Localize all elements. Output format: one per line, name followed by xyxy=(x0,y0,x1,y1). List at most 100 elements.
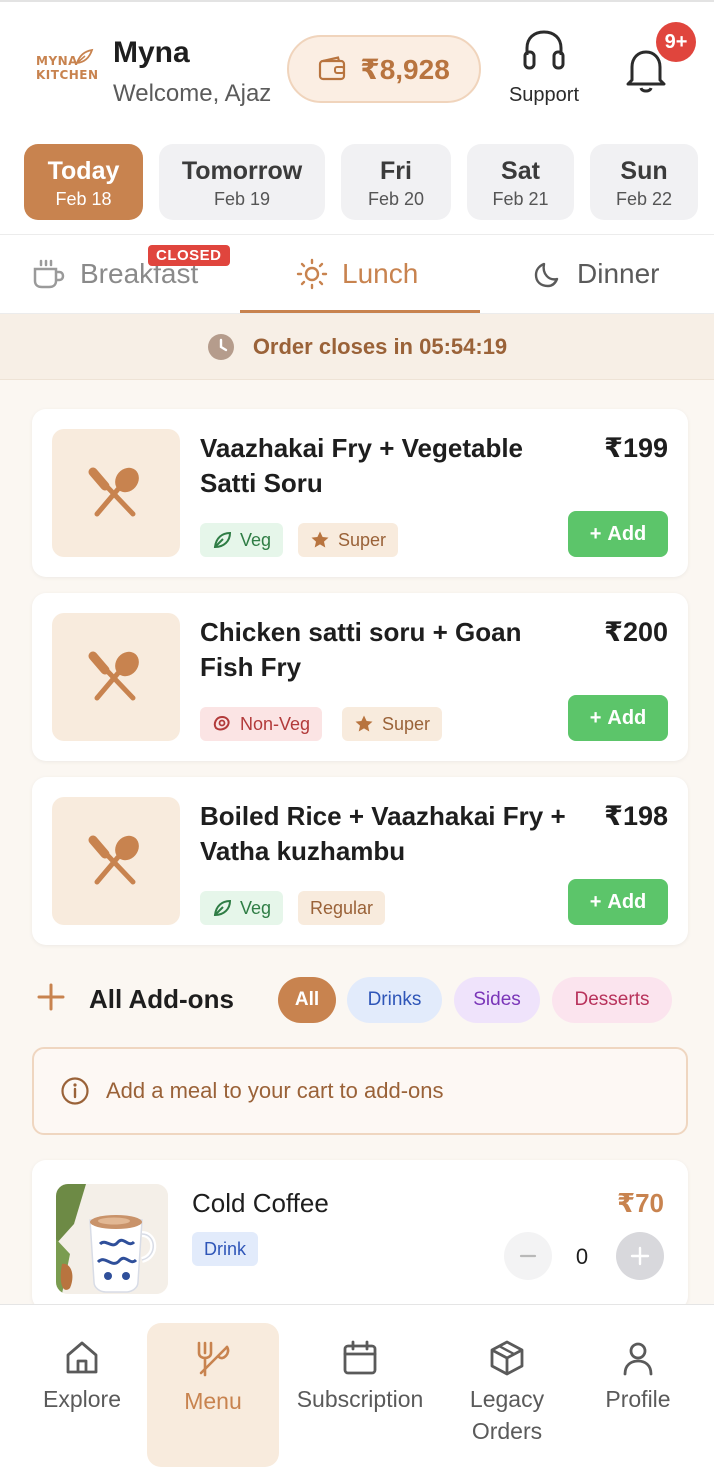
addon-item-price: ₹70 xyxy=(616,1188,664,1218)
star-icon xyxy=(311,531,329,548)
add-to-cart-button[interactable]: + Add xyxy=(568,511,668,557)
grade-tag: Regular xyxy=(298,891,386,925)
date-tab-today[interactable]: Today Feb 18 xyxy=(24,144,143,220)
menu-item-title: Chicken satti soru + Goan Fish Fry xyxy=(200,617,522,682)
date-tab-day: Today xyxy=(47,157,120,185)
menu-item-image-placeholder xyxy=(52,429,180,557)
support-button[interactable]: Support xyxy=(498,26,590,110)
nav-profile-label: Profile xyxy=(605,1386,671,1412)
veg-tag: Veg xyxy=(200,523,284,557)
nav-legacy-orders[interactable]: Legacy Orders xyxy=(446,1305,568,1474)
date-tab-sun[interactable]: Sun Feb 22 xyxy=(590,144,698,220)
filter-chip-desserts[interactable]: Desserts xyxy=(552,977,672,1023)
home-icon xyxy=(66,1341,98,1374)
date-tab-date: Feb 18 xyxy=(55,189,112,209)
quantity-value: 0 xyxy=(575,1244,589,1269)
add-to-cart-button[interactable]: + Add xyxy=(568,695,668,741)
nav-subscription-label: Subscription xyxy=(296,1386,424,1412)
decrease-quantity-button[interactable] xyxy=(504,1232,552,1280)
brand-name: Myna xyxy=(113,36,190,69)
nav-menu-label: Menu xyxy=(184,1388,242,1414)
nav-explore[interactable]: Explore xyxy=(22,1305,142,1474)
addons-title: All Add-ons xyxy=(89,984,234,1014)
addons-section-header: All Add-ons All Drinks Sides Desserts xyxy=(36,976,686,1024)
meat-icon xyxy=(213,715,230,731)
plus-icon: + xyxy=(589,890,602,913)
grade-label: Super xyxy=(382,713,431,734)
filter-chip-sides[interactable]: Sides xyxy=(454,977,540,1023)
date-tab-tomorrow[interactable]: Tomorrow Feb 19 xyxy=(159,144,325,220)
fork-knife-icon xyxy=(197,1341,230,1377)
date-tab-day: Tomorrow xyxy=(181,157,303,185)
grade-tag: Super xyxy=(342,707,443,741)
sun-icon xyxy=(296,258,328,290)
veg-tag: Veg xyxy=(200,891,284,925)
bottom-navigation: Explore Menu Subscription Legacy Orders xyxy=(0,1304,714,1474)
notification-count-badge: 9+ xyxy=(656,22,696,62)
breakfast-closed-badge: CLOSED xyxy=(148,245,230,266)
headset-icon xyxy=(523,30,565,70)
add-to-cart-button[interactable]: + Add xyxy=(568,879,668,925)
addon-category-tag: Drink xyxy=(192,1232,259,1266)
myna-kitchen-logo[interactable]: MYNA KITCHEN xyxy=(34,46,98,90)
wallet-amount: ₹8,928 xyxy=(360,53,450,85)
menu-item-card[interactable]: Vaazhakai Fry + Vegetable Satti Soru ₹19… xyxy=(32,409,688,577)
menu-item-image-placeholder xyxy=(52,797,180,925)
grade-label: Regular xyxy=(310,897,374,918)
filter-chip-drinks[interactable]: Drinks xyxy=(347,977,442,1023)
diet-label: Veg xyxy=(240,529,272,550)
addon-item-name: Cold Coffee xyxy=(192,1188,329,1218)
utensils-icon xyxy=(88,467,139,517)
utensils-icon xyxy=(88,651,139,701)
plus-icon: + xyxy=(589,522,602,545)
welcome-text: Welcome, Ajaz xyxy=(113,80,272,107)
calendar-icon xyxy=(343,1340,377,1375)
wallet-icon xyxy=(319,56,346,81)
menu-item-image-placeholder xyxy=(52,613,180,741)
star-icon xyxy=(355,715,373,732)
tab-dinner-label: Dinner xyxy=(577,258,660,289)
filter-chip-all[interactable]: All xyxy=(278,977,336,1023)
info-icon xyxy=(61,1077,89,1105)
addons-notice: Add a meal to your cart to add-ons xyxy=(32,1047,688,1135)
date-tab-date: Feb 20 xyxy=(367,189,425,209)
menu-item-title: Vaazhakai Fry + Vegetable Satti Soru xyxy=(200,433,524,498)
add-button-label: Add xyxy=(607,522,647,545)
increase-quantity-button[interactable] xyxy=(616,1232,664,1280)
menu-item-price: ₹200 xyxy=(604,617,668,647)
date-tab-fri[interactable]: Fri Feb 20 xyxy=(341,144,451,220)
addons-notice-text: Add a meal to your cart to add-ons xyxy=(106,1078,444,1103)
box-icon xyxy=(490,1340,524,1376)
date-tab-sat[interactable]: Sat Feb 21 xyxy=(467,144,574,220)
nav-explore-label: Explore xyxy=(43,1386,121,1412)
moon-icon xyxy=(534,262,559,288)
nav-profile[interactable]: Profile xyxy=(588,1305,688,1474)
grade-label: Super xyxy=(338,529,387,550)
grade-tag: Super xyxy=(298,523,399,557)
wallet-balance-button[interactable]: ₹8,928 xyxy=(287,35,481,103)
countdown-text: Order closes in 05:54:19 xyxy=(252,333,508,359)
date-tab-date: Feb 21 xyxy=(492,189,549,209)
tab-dinner[interactable]: Dinner xyxy=(533,235,659,313)
leaf-icon xyxy=(213,899,232,917)
user-icon xyxy=(623,1342,653,1376)
diet-label: Veg xyxy=(240,897,272,918)
nav-subscription[interactable]: Subscription xyxy=(284,1305,436,1474)
coffee-cup-icon xyxy=(33,259,65,289)
date-tab-day: Sun xyxy=(620,157,668,185)
addon-item-card: Cold Coffee Drink ₹70 0 xyxy=(32,1160,688,1310)
menu-item-card[interactable]: Boiled Rice + Vaazhakai Fry + Vatha kuzh… xyxy=(32,777,688,945)
leaf-icon xyxy=(213,531,232,549)
logo-text-line1: MYNA xyxy=(36,54,78,68)
date-tab-date: Feb 19 xyxy=(213,189,271,209)
menu-item-card[interactable]: Chicken satti soru + Goan Fish Fry ₹200 … xyxy=(32,593,688,761)
nav-menu[interactable]: Menu xyxy=(147,1323,279,1467)
menu-item-price: ₹199 xyxy=(604,433,668,463)
plus-icon: + xyxy=(589,706,602,729)
diet-label: Non-Veg xyxy=(240,713,311,734)
meal-type-tabs: Breakfast CLOSED Lunch Dinner xyxy=(0,234,714,314)
tab-lunch[interactable]: Lunch xyxy=(296,235,418,313)
nav-legacy-orders-label: Legacy Orders xyxy=(469,1386,545,1444)
minus-icon xyxy=(519,1254,537,1258)
app-header: MYNA KITCHEN Myna Welcome, Ajaz ₹8,928 S… xyxy=(0,0,714,134)
